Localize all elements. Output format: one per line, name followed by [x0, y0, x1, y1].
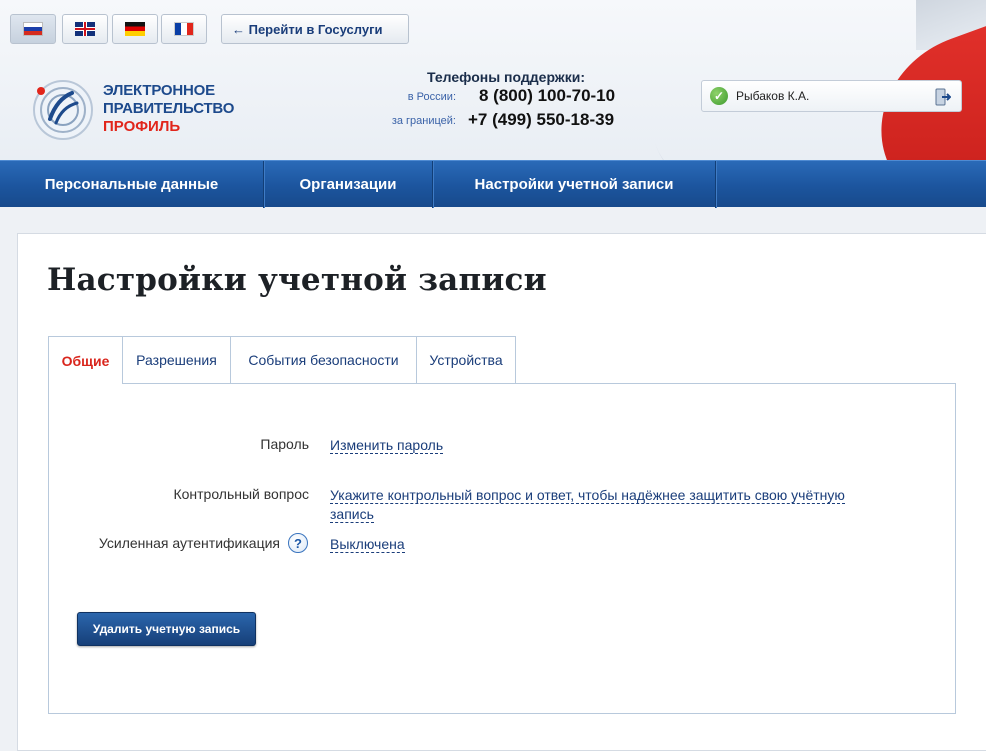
nav-item-label: Настройки учетной записи: [474, 176, 674, 193]
flag-gb-icon: [75, 22, 95, 36]
tab-label: Устройства: [429, 352, 503, 368]
nav-item-label: Организации: [299, 176, 397, 193]
phone-abroad-label: за границей:: [391, 115, 456, 127]
security-question-label: Контрольный вопрос: [173, 486, 309, 502]
user-name: Рыбаков К.А.: [736, 89, 810, 103]
tab-label: События безопасности: [248, 352, 399, 368]
page-title: Настройки учетной записи: [47, 262, 547, 298]
tab-general[interactable]: Общие: [48, 336, 123, 384]
logo-text-line2: ПРАВИТЕЛЬСТВО: [103, 100, 235, 117]
help-icon[interactable]: ?: [288, 533, 308, 553]
goto-gosuslugi-button[interactable]: ← Перейти в Госуслуги: [221, 14, 409, 44]
check-icon: ✓: [710, 87, 728, 105]
delete-account-button[interactable]: Удалить учетную запись: [77, 612, 256, 646]
security-question-link-cont[interactable]: запись: [330, 506, 374, 523]
two-factor-auth-value-link[interactable]: Выключена: [330, 536, 405, 553]
goto-gosuslugi-label: ← Перейти в Госуслуги: [232, 21, 383, 37]
nav-item-personal-data[interactable]: Персональные данные: [0, 161, 263, 208]
language-fr-button[interactable]: [161, 14, 207, 44]
language-en-button[interactable]: [62, 14, 108, 44]
change-password-link[interactable]: Изменить пароль: [330, 437, 444, 454]
exit-icon[interactable]: [935, 88, 951, 106]
site-header: ← Перейти в Госуслуги ЭЛЕКТРОННОЕ ПРАВИТ…: [0, 0, 986, 160]
two-factor-auth-label: Усиленная аутентификация: [98, 535, 280, 551]
phone-russia-label: в России:: [407, 91, 456, 103]
tab-devices[interactable]: Устройства: [416, 336, 516, 383]
flag-fr-icon: [174, 22, 194, 36]
language-de-button[interactable]: [112, 14, 158, 44]
nav-divider: [715, 161, 716, 208]
phone-abroad-number: +7 (499) 550-18-39: [468, 110, 615, 129]
security-question-link[interactable]: Укажите контрольный вопрос и ответ, чтоб…: [330, 487, 845, 504]
tab-security-events[interactable]: События безопасности: [230, 336, 417, 383]
phone-russia-number: 8 (800) 100-70-10: [479, 86, 616, 105]
language-ru-button[interactable]: [10, 14, 56, 44]
nav-item-label: Персональные данные: [44, 176, 219, 193]
logo-text-line3: ПРОФИЛЬ: [103, 118, 181, 135]
user-profile-box[interactable]: ✓ Рыбаков К.А.: [701, 80, 962, 112]
flag-de-icon: [125, 22, 145, 36]
logo-text-line1: ЭЛЕКТРОННОЕ: [103, 82, 215, 99]
flag-ru-icon: [23, 22, 43, 36]
nav-item-organizations[interactable]: Организации: [264, 161, 432, 208]
nav-item-account-settings[interactable]: Настройки учетной записи: [433, 161, 715, 208]
delete-account-label: Удалить учетную запись: [92, 622, 241, 636]
tab-label: Разрешения: [136, 352, 217, 368]
tab-permissions[interactable]: Разрешения: [122, 336, 231, 383]
main-nav: Персональные данные Организации Настройк…: [0, 160, 986, 208]
password-label: Пароль: [260, 436, 309, 452]
tab-label: Общие: [61, 352, 110, 369]
gov-emblem-icon: [33, 80, 93, 140]
support-phones-title: Телефоны поддержки:: [427, 69, 586, 85]
